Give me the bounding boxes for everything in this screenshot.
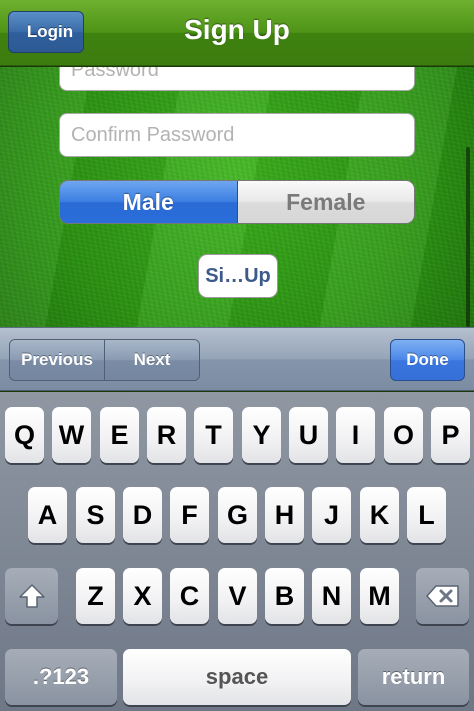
numbers-key[interactable]: .?123 <box>5 649 117 705</box>
scroll-indicator <box>466 147 470 327</box>
space-key[interactable]: space <box>123 649 351 705</box>
password-placeholder: Password <box>71 67 159 81</box>
next-button[interactable]: Next <box>105 340 199 380</box>
key-a[interactable]: A <box>28 487 67 543</box>
backspace-icon <box>425 585 460 607</box>
key-i[interactable]: I <box>336 407 375 463</box>
key-h[interactable]: H <box>265 487 304 543</box>
key-e[interactable]: E <box>100 407 139 463</box>
key-k[interactable]: K <box>360 487 399 543</box>
key-f[interactable]: F <box>170 487 209 543</box>
key-z[interactable]: Z <box>76 568 115 624</box>
key-j[interactable]: J <box>312 487 351 543</box>
key-c[interactable]: C <box>170 568 209 624</box>
key-m[interactable]: M <box>360 568 399 624</box>
key-x[interactable]: X <box>123 568 162 624</box>
key-q[interactable]: Q <box>5 407 44 463</box>
previous-next-control: Previous Next <box>9 339 200 381</box>
key-r[interactable]: R <box>147 407 186 463</box>
form-navigation-toolbar: Previous Next Done <box>0 327 474 391</box>
login-back-button-label: Login <box>26 22 74 41</box>
delete-key[interactable] <box>416 568 469 624</box>
signup-form-area: Password Confirm Password Male Female Si… <box>0 67 474 327</box>
password-field[interactable]: Password <box>59 67 415 91</box>
key-b[interactable]: B <box>265 568 304 624</box>
onscreen-keyboard: Q W E R T Y U I O P A S D F G H J K L Z … <box>0 392 474 711</box>
key-g[interactable]: G <box>218 487 257 543</box>
key-p[interactable]: P <box>431 407 470 463</box>
key-s[interactable]: S <box>76 487 115 543</box>
done-button[interactable]: Done <box>390 339 465 381</box>
key-d[interactable]: D <box>123 487 162 543</box>
key-w[interactable]: W <box>52 407 91 463</box>
key-t[interactable]: T <box>194 407 233 463</box>
confirm-password-placeholder: Confirm Password <box>71 123 235 146</box>
key-l[interactable]: L <box>407 487 446 543</box>
shift-arrow-icon <box>18 583 46 609</box>
shift-key[interactable] <box>5 568 58 624</box>
signup-button[interactable]: Si…Up <box>198 254 278 298</box>
key-v[interactable]: V <box>218 568 257 624</box>
navigation-bar: Login Sign Up <box>0 0 474 66</box>
gender-segmented-control[interactable]: Male Female <box>59 180 415 224</box>
gender-option-male[interactable]: Male <box>60 181 238 223</box>
previous-button[interactable]: Previous <box>10 340 105 380</box>
key-u[interactable]: U <box>289 407 328 463</box>
key-y[interactable]: Y <box>242 407 281 463</box>
key-o[interactable]: O <box>384 407 423 463</box>
return-key[interactable]: return <box>358 649 469 705</box>
key-n[interactable]: N <box>312 568 351 624</box>
confirm-password-field[interactable]: Confirm Password <box>59 113 415 157</box>
gender-option-female[interactable]: Female <box>237 181 414 223</box>
